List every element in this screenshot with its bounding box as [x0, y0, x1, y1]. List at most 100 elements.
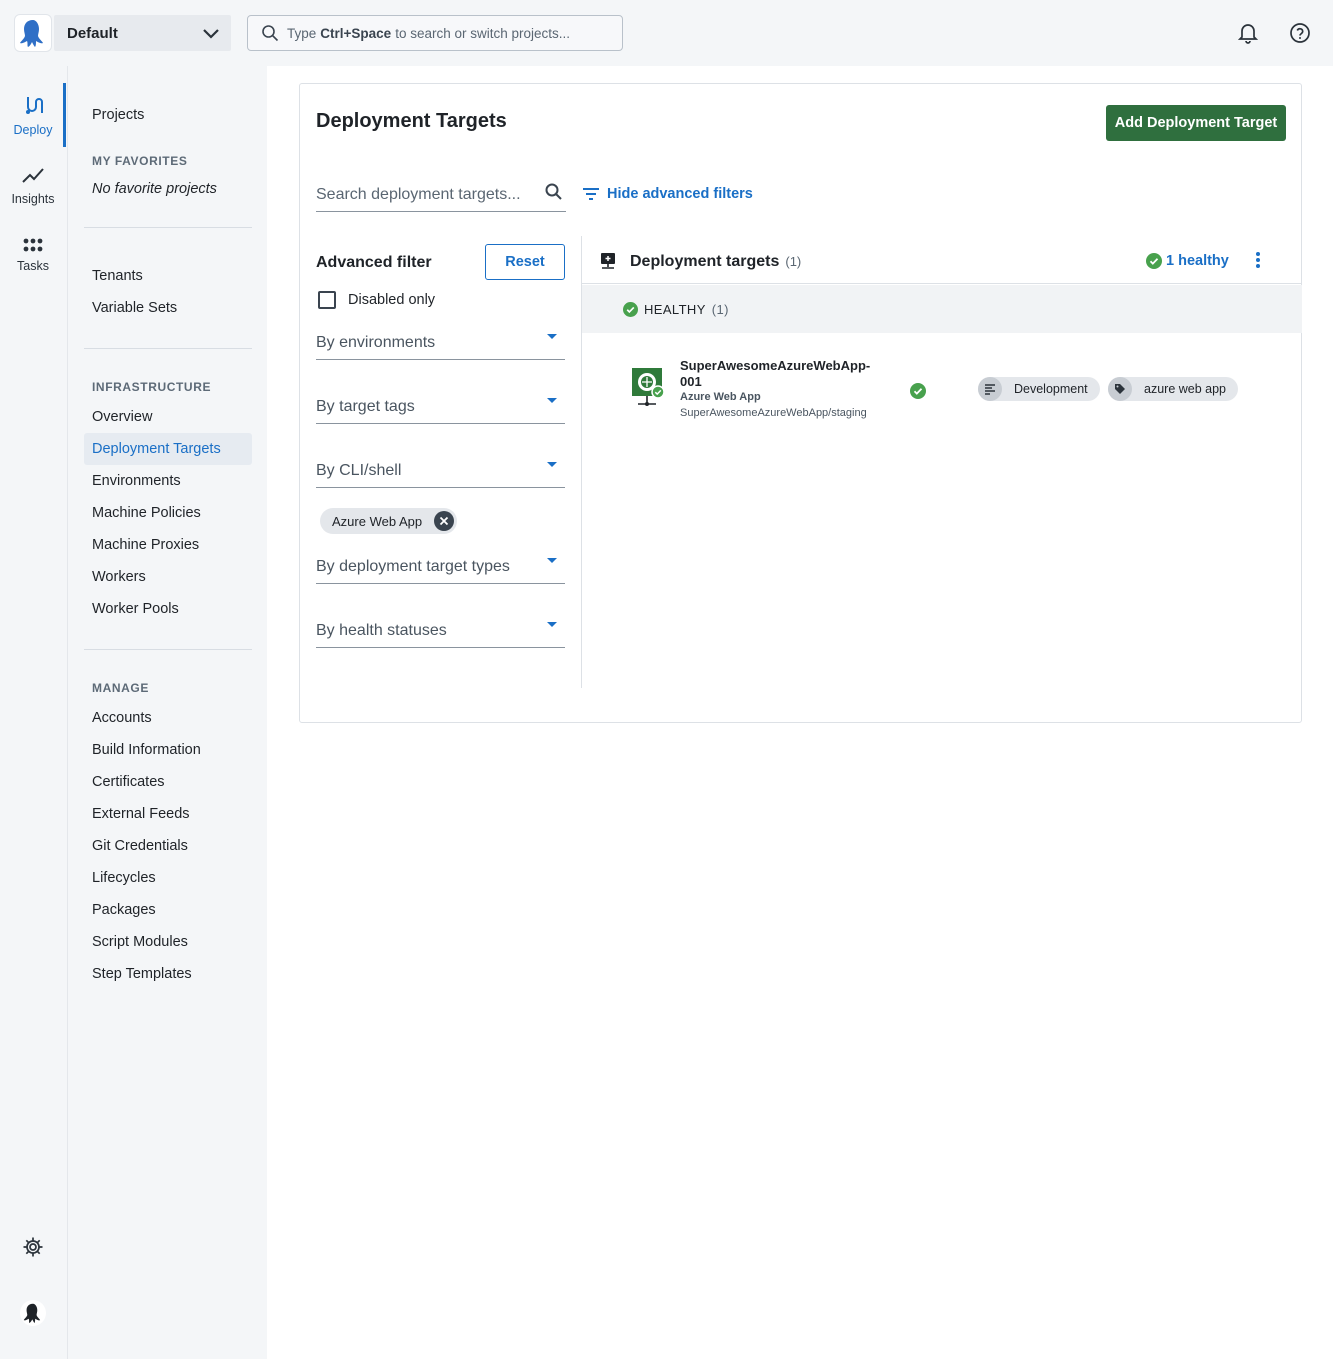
caret-down-icon — [547, 462, 557, 467]
disabled-only-checkbox[interactable]: Disabled only — [318, 291, 435, 309]
dropdown-label: By health statuses — [316, 622, 447, 639]
results-title: Deployment targets (1) — [630, 253, 801, 271]
selected-filter-chip: Azure Web App — [320, 508, 458, 534]
more-options-icon[interactable] — [1254, 250, 1262, 275]
target-tags-dropdown[interactable]: By target tags — [316, 384, 565, 424]
search-placeholder: Search deployment targets... — [316, 186, 521, 203]
chart-line-icon — [21, 165, 45, 188]
nav-item-projects[interactable]: Projects — [84, 99, 252, 131]
avatar[interactable] — [20, 1300, 46, 1326]
search-icon — [261, 24, 279, 45]
nav-item-packages[interactable]: Packages — [84, 894, 252, 926]
target-search-input[interactable]: Search deployment targets... — [316, 178, 566, 212]
hide-filters-label: Hide advanced filters — [607, 186, 753, 202]
nav-heading-favorites: MY FAVORITES — [92, 154, 188, 168]
main-content: Deployment Targets Add Deployment Target… — [267, 66, 1333, 1359]
dropdown-label: By deployment target types — [316, 558, 510, 575]
environment-tag[interactable]: Development — [978, 377, 1100, 401]
chevron-down-icon — [201, 23, 221, 47]
deploy-icon — [23, 94, 43, 119]
caret-down-icon — [547, 622, 557, 627]
search-prefix: Type — [287, 25, 317, 41]
results-title-text: Deployment targets — [630, 253, 780, 270]
caret-down-icon — [547, 334, 557, 339]
nav-heading-infrastructure: INFRASTRUCTURE — [92, 380, 212, 394]
primary-rail: Deploy Insights Tasks — [0, 66, 66, 1359]
rail-item-insights[interactable]: Insights — [0, 153, 66, 217]
nav-item-build-information[interactable]: Build Information — [84, 734, 252, 766]
health-statuses-dropdown[interactable]: By health statuses — [316, 608, 565, 648]
bell-icon[interactable] — [1235, 20, 1261, 46]
nav-divider — [84, 227, 252, 228]
rail-label: Tasks — [17, 258, 49, 273]
group-label: HEALTHY — [644, 301, 706, 317]
nav-item-variable-sets[interactable]: Variable Sets — [84, 292, 252, 324]
health-group-header[interactable]: HEALTHY (1) — [582, 285, 1302, 333]
target-tag-label: azure web app — [1144, 382, 1227, 396]
target-path: SuperAwesomeAzureWebApp/staging — [680, 407, 867, 419]
cli-shell-dropdown[interactable]: By CLI/shell — [316, 448, 565, 488]
nav-item-workers[interactable]: Workers — [84, 561, 252, 593]
nav-item-step-templates[interactable]: Step Templates — [84, 958, 252, 990]
rail-label: Insights — [11, 191, 55, 206]
caret-down-icon — [547, 398, 557, 403]
rail-item-deploy[interactable]: Deploy — [0, 83, 66, 147]
add-deployment-target-button[interactable]: Add Deployment Target — [1106, 105, 1286, 141]
advanced-filter-title: Advanced filter — [316, 254, 432, 271]
space-selector[interactable]: Default — [54, 15, 231, 51]
nav-item-environments[interactable]: Environments — [84, 465, 252, 497]
global-search-input[interactable]: Type Ctrl+Space to search or switch proj… — [247, 15, 623, 51]
gear-icon[interactable] — [22, 1236, 44, 1263]
environment-tag-label: Development — [1014, 382, 1088, 396]
checkbox-label: Disabled only — [348, 292, 436, 308]
nav-heading-manage: MANAGE — [92, 681, 149, 695]
check-circle-icon — [623, 302, 638, 320]
target-tag[interactable]: azure web app — [1108, 377, 1239, 401]
dropdown-label: By target tags — [316, 398, 415, 415]
octopus-logo[interactable] — [14, 14, 52, 52]
nav-item-external-feeds[interactable]: External Feeds — [84, 798, 252, 830]
deployment-target-icon — [599, 252, 617, 275]
nav-item-deployment-targets[interactable]: Deployment Targets — [84, 433, 252, 465]
environments-dropdown[interactable]: By environments — [316, 320, 565, 360]
check-circle-icon — [1146, 253, 1162, 269]
checkbox-box[interactable] — [318, 291, 336, 309]
environment-icon — [978, 377, 1002, 401]
rail-label: Deploy — [13, 122, 53, 137]
favorites-empty-text: No favorite projects — [92, 181, 217, 197]
rail-item-tasks[interactable]: Tasks — [0, 223, 66, 287]
dropdown-label: By environments — [316, 334, 436, 351]
nav-divider — [84, 348, 252, 349]
nav-item-overview[interactable]: Overview — [84, 401, 252, 433]
space-name: Default — [67, 24, 118, 42]
search-shortcut: Ctrl+Space — [320, 25, 392, 41]
caret-down-icon — [547, 558, 557, 563]
azure-web-app-icon — [630, 368, 666, 413]
target-type: Azure Web App — [680, 391, 761, 403]
results-count: (1) — [785, 254, 802, 269]
nav-item-script-modules[interactable]: Script Modules — [84, 926, 252, 958]
close-icon[interactable] — [434, 511, 455, 531]
help-icon[interactable] — [1287, 20, 1313, 46]
deployment-targets-card: Deployment Targets Add Deployment Target… — [299, 83, 1302, 723]
nav-item-machine-proxies[interactable]: Machine Proxies — [84, 529, 252, 561]
target-name-link[interactable]: SuperAwesomeAzureWebApp-001 — [680, 358, 880, 390]
grid-dots-icon — [23, 238, 43, 255]
nav-item-accounts[interactable]: Accounts — [84, 702, 252, 734]
nav-item-tenants[interactable]: Tenants — [84, 260, 252, 292]
hide-advanced-filters-link[interactable]: Hide advanced filters — [582, 186, 753, 202]
nav-divider — [84, 649, 252, 650]
healthy-summary-link[interactable]: 1 healthy — [1146, 253, 1229, 269]
reset-button[interactable]: Reset — [485, 244, 565, 280]
nav-item-lifecycles[interactable]: Lifecycles — [84, 862, 252, 894]
nav-item-certificates[interactable]: Certificates — [84, 766, 252, 798]
target-types-dropdown[interactable]: By deployment target types — [316, 544, 565, 584]
nav-item-git-credentials[interactable]: Git Credentials — [84, 830, 252, 862]
search-suffix: to search or switch projects... — [395, 25, 571, 41]
nav-item-worker-pools[interactable]: Worker Pools — [84, 593, 252, 625]
page-title: Deployment Targets — [316, 110, 507, 132]
nav-item-machine-policies[interactable]: Machine Policies — [84, 497, 252, 529]
target-row[interactable]: SuperAwesomeAzureWebApp-001 Azure Web Ap… — [582, 333, 1302, 443]
search-icon — [544, 182, 564, 207]
healthy-summary-text: 1 healthy — [1166, 253, 1229, 269]
